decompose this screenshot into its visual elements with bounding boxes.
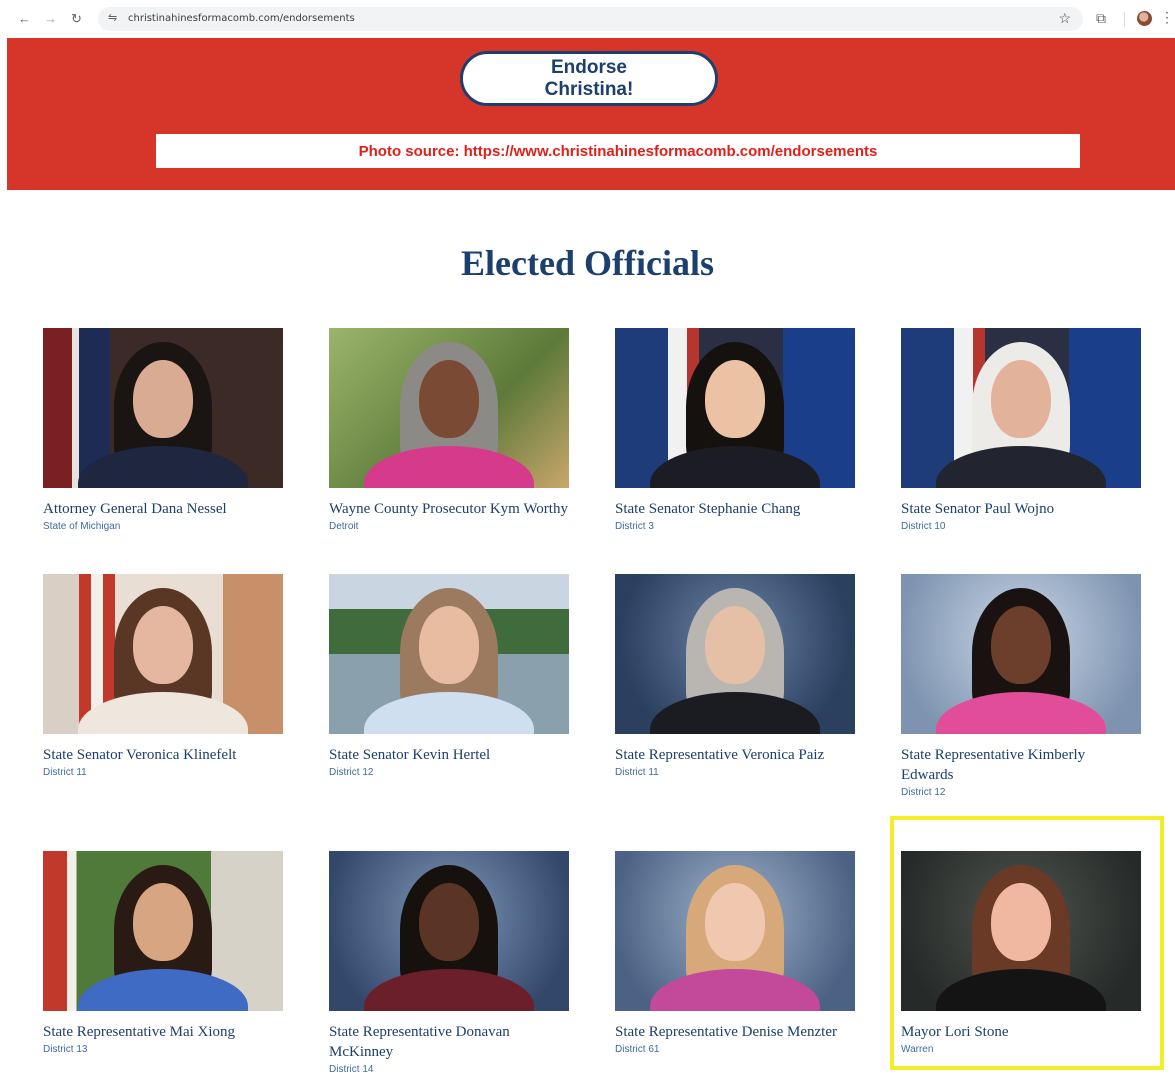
official-location: District 13 <box>43 1044 88 1055</box>
official-location: District 12 <box>329 767 374 778</box>
official-card[interactable]: Attorney General Dana Nessel State of Mi… <box>43 328 283 532</box>
official-name[interactable]: State Representative Veronica Paiz <box>615 745 855 765</box>
official-location: District 11 <box>43 767 87 778</box>
address-bar[interactable]: ⇋ christinahinesformacomb.com/endorsemen… <box>98 7 1083 31</box>
official-location: District 11 <box>615 767 659 778</box>
official-location: District 14 <box>329 1064 374 1075</box>
reload-icon[interactable]: ↻ <box>71 11 82 27</box>
official-location: District 3 <box>615 521 654 532</box>
official-photo[interactable] <box>329 574 569 734</box>
official-card[interactable]: State Senator Paul Wojno District 10 <box>901 328 1141 532</box>
official-location: District 10 <box>901 521 946 532</box>
official-name[interactable]: State Representative Kimberly Edwards <box>901 745 1141 785</box>
official-card[interactable]: State Representative Kimberly Edwards Di… <box>901 574 1141 798</box>
official-name[interactable]: State Representative Mai Xiong <box>43 1022 283 1042</box>
toolbar-divider <box>1124 12 1125 27</box>
official-location: State of Michigan <box>43 521 121 532</box>
official-name[interactable]: State Senator Veronica Klinefelt <box>43 745 283 765</box>
official-card[interactable]: State Senator Stephanie Chang District 3 <box>615 328 855 532</box>
official-photo[interactable] <box>43 574 283 734</box>
profile-avatar[interactable] <box>1137 11 1152 26</box>
official-photo[interactable] <box>615 851 855 1011</box>
official-name[interactable]: State Senator Stephanie Chang <box>615 499 855 519</box>
official-card[interactable]: State Representative Veronica Paiz Distr… <box>615 574 855 778</box>
hero-banner: Endorse Christina! Photo source: https:/… <box>7 38 1175 190</box>
official-card[interactable]: State Representative Donavan McKinney Di… <box>329 851 569 1075</box>
endorse-button[interactable]: Endorse Christina! <box>460 51 718 106</box>
highlight-box <box>890 816 1164 1070</box>
official-card[interactable]: Wayne County Prosecutor Kym Worthy Detro… <box>329 328 569 532</box>
official-name[interactable]: State Representative Donavan McKinney <box>329 1022 569 1062</box>
official-card[interactable]: State Senator Kevin Hertel District 12 <box>329 574 569 778</box>
official-location: District 12 <box>901 787 946 798</box>
official-photo[interactable] <box>615 328 855 488</box>
official-name[interactable]: State Senator Paul Wojno <box>901 499 1141 519</box>
official-card[interactable]: State Senator Veronica Klinefelt Distric… <box>43 574 283 778</box>
official-photo[interactable] <box>901 328 1141 488</box>
photo-source-caption: Photo source: https://www.christinahines… <box>156 134 1080 168</box>
official-photo[interactable] <box>43 851 283 1011</box>
official-name[interactable]: Wayne County Prosecutor Kym Worthy <box>329 499 569 519</box>
site-info-icon[interactable]: ⇋ <box>108 11 117 24</box>
official-photo[interactable] <box>329 328 569 488</box>
bookmark-star-icon[interactable]: ☆ <box>1058 10 1071 27</box>
extensions-icon[interactable]: ⧉ <box>1096 10 1106 27</box>
official-name[interactable]: Attorney General Dana Nessel <box>43 499 283 519</box>
official-card[interactable]: State Representative Mai Xiong District … <box>43 851 283 1055</box>
official-location: District 61 <box>615 1044 660 1055</box>
back-icon[interactable]: ← <box>18 11 31 27</box>
official-card[interactable]: State Representative Denise Menzter Dist… <box>615 851 855 1055</box>
official-photo[interactable] <box>43 328 283 488</box>
official-name[interactable]: State Senator Kevin Hertel <box>329 745 569 765</box>
official-name[interactable]: State Representative Denise Menzter <box>615 1022 855 1042</box>
official-photo[interactable] <box>329 851 569 1011</box>
section-title: Elected Officials <box>461 243 714 283</box>
browser-toolbar: ← → ↻ ⇋ christinahinesformacomb.com/endo… <box>0 0 1175 38</box>
official-photo[interactable] <box>615 574 855 734</box>
official-photo[interactable] <box>901 574 1141 734</box>
official-location: Detroit <box>329 521 359 532</box>
forward-icon[interactable]: → <box>44 11 57 27</box>
kebab-menu-icon[interactable]: ⋮ <box>1160 9 1174 26</box>
url-text[interactable]: christinahinesformacomb.com/endorsements <box>128 13 355 24</box>
